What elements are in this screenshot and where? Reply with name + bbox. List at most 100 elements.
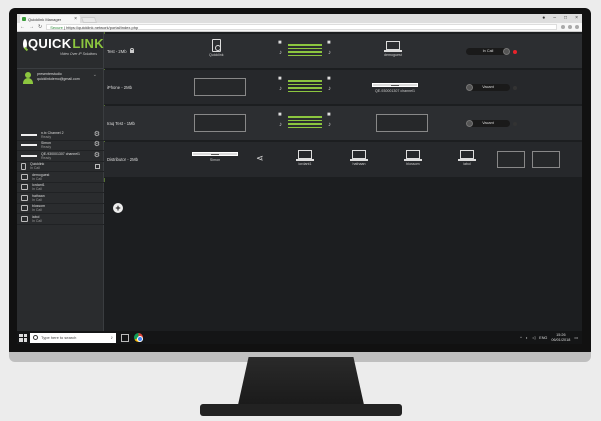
rack-icon <box>192 152 238 156</box>
task-view-icon[interactable] <box>121 333 129 342</box>
dest-slot[interactable] <box>376 114 428 132</box>
list-item[interactable]: blossom In Call <box>17 204 104 214</box>
camera-icon: ■ <box>278 40 282 46</box>
session-row[interactable]: iPhone - 2Mb ■ ■ ♪ ♪ QE-930001307 channe… <box>104 70 582 105</box>
call-status-toggle[interactable]: Vacant <box>466 120 510 127</box>
lock-icon <box>129 47 135 53</box>
profile-icon[interactable]: ● <box>542 15 545 21</box>
menu-icon[interactable] <box>575 25 579 29</box>
search-placeholder: Type here to search <box>41 335 77 340</box>
target-slot[interactable] <box>532 151 560 168</box>
list-item[interactable]: demoguest In Call <box>17 172 104 183</box>
target-device[interactable]: iabol <box>458 150 476 166</box>
item-status: In Call <box>32 197 42 202</box>
url-field[interactable]: Secure | https://quicklink.network/porta… <box>46 24 557 30</box>
add-session-button[interactable]: + <box>113 203 123 213</box>
device-list: n.tx Channel 2 Ready ⚙ Simon Ready ⚙ QE-93… <box>17 130 104 225</box>
session-row[interactable]: Distributor - 2Mb Simon ⋖ lordant1 hatha… <box>104 142 582 178</box>
clock[interactable]: 15:26 06/01/2018 <box>551 333 570 342</box>
source-device[interactable]: Quicklink <box>209 39 224 57</box>
list-item[interactable]: Quicklink In Call <box>17 162 104 172</box>
source-device[interactable]: Simon <box>192 152 238 162</box>
extensions <box>561 25 579 29</box>
target-slot[interactable] <box>497 151 525 168</box>
laptop-icon <box>21 184 28 191</box>
session-row[interactable]: Test - 2Mb Quicklink ■ ■ ♪ ♪ demoguest I… <box>104 34 582 69</box>
language-indicator[interactable]: ENG <box>539 336 547 340</box>
close-window-icon[interactable]: × <box>575 15 578 21</box>
camera-icon: ■ <box>327 112 331 118</box>
extension-icon[interactable] <box>568 25 572 29</box>
list-item[interactable]: lordant1 In Call <box>17 183 104 193</box>
laptop-icon <box>296 150 314 161</box>
session-row[interactable]: Iraq Test - 1Mb ■ ■ ♪ ♪ Vacant <box>104 106 582 141</box>
windows-start-icon[interactable] <box>19 333 27 342</box>
list-item[interactable]: Simon Ready ⚙ <box>17 141 104 151</box>
toggle-knob <box>503 48 510 55</box>
target-device[interactable]: lordant1 <box>296 150 314 166</box>
target-label: blossom <box>406 162 420 166</box>
forward-icon[interactable]: → <box>29 24 34 30</box>
item-status: In Call <box>32 187 42 192</box>
back-icon[interactable]: ← <box>20 24 25 30</box>
minimize-icon[interactable]: – <box>553 15 556 21</box>
brand-right: LINK <box>72 36 104 51</box>
gear-icon[interactable]: ⚙ <box>94 152 100 159</box>
source-label: Simon <box>209 158 221 162</box>
device-icon <box>21 162 26 170</box>
star-icon[interactable] <box>561 25 565 29</box>
reload-icon[interactable]: ↻ <box>38 24 42 30</box>
gear-icon[interactable]: ⚙ <box>94 141 100 148</box>
list-item[interactable]: n.tx Channel 2 Ready ⚙ <box>17 130 104 141</box>
grid-icon[interactable] <box>95 163 100 169</box>
dest-device[interactable]: QE-930001307 channel1 <box>372 83 418 93</box>
status-label: Vacant <box>482 121 494 125</box>
target-label: hathaan <box>352 162 366 166</box>
rack-icon <box>21 144 37 147</box>
laptop-icon <box>404 150 422 161</box>
laptop-icon <box>383 41 402 52</box>
laptop-icon <box>458 150 476 161</box>
camera-icon: ■ <box>278 76 282 82</box>
system-tray: ^ ◐ ◁ ENG 15:26 06/01/2018 ▭ <box>520 333 582 342</box>
gear-icon[interactable]: ⚙ <box>94 131 100 138</box>
target-device[interactable]: blossom <box>404 150 422 166</box>
maximize-icon[interactable]: □ <box>564 15 567 21</box>
taskbar-search[interactable]: Type here to search ♪ <box>30 332 116 343</box>
microphone-icon[interactable]: ♪ <box>111 335 114 341</box>
new-tab-button[interactable] <box>80 17 98 23</box>
dest-device[interactable]: demoguest <box>383 41 402 57</box>
close-tab-icon[interactable]: × <box>74 16 77 22</box>
laptop-icon <box>21 173 28 180</box>
call-status-toggle[interactable]: In Call <box>466 48 510 55</box>
microphone-icon: ♪ <box>328 86 331 92</box>
list-item[interactable]: hathaan In Call <box>17 193 104 204</box>
target-label: iabol <box>463 162 471 166</box>
list-item[interactable]: QE-930001307 channel1 Ready ⚙ <box>17 151 104 162</box>
target-device[interactable]: hathaan <box>350 150 368 166</box>
status-dot <box>513 50 517 54</box>
source-slot[interactable] <box>194 78 246 96</box>
microphone-icon: ♪ <box>328 122 331 128</box>
user-panel[interactable]: presenterstudio quicklinkdemo@gmail.com … <box>17 68 103 104</box>
browser-tabbar: Quicklink Manager × ● – □ × <box>17 14 582 23</box>
main-panel: Test - 2Mb Quicklink ■ ■ ♪ ♪ demoguest I… <box>104 32 582 331</box>
item-status: Ready <box>41 134 52 139</box>
tray-chevron-icon[interactable]: ^ <box>520 336 522 340</box>
laptop-icon <box>21 194 28 201</box>
source-slot[interactable] <box>194 114 246 132</box>
chevron-down-icon[interactable]: ⌄ <box>93 72 97 101</box>
list-item[interactable]: iabol In Call <box>17 214 104 225</box>
window-controls: ● – □ × <box>542 15 578 21</box>
browser-tab[interactable]: Quicklink Manager × <box>20 15 80 23</box>
rack-icon <box>21 154 37 157</box>
call-status-toggle[interactable]: Vacant <box>466 84 510 91</box>
source-label: Quicklink <box>209 53 224 57</box>
toggle-knob <box>466 120 473 127</box>
notifications-icon[interactable]: ▭ <box>574 335 578 340</box>
network-icon[interactable]: ◐ <box>526 336 528 340</box>
dest-label: QE-930001307 channel1 <box>375 89 415 93</box>
chrome-icon[interactable] <box>134 333 143 342</box>
volume-icon[interactable]: ◁ <box>532 335 535 340</box>
toggle-knob <box>466 84 473 91</box>
